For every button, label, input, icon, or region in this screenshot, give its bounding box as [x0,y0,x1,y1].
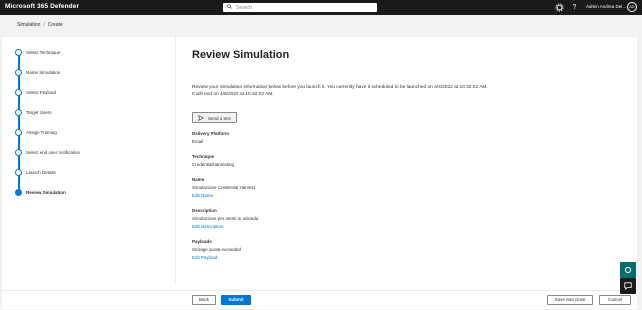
description-value: Simulazione per utenti in azienda [192,216,259,221]
wizard-footer: Back Submit Save and close Cancel [2,290,637,310]
user-name[interactable]: Admin Andrea Del... [586,4,626,9]
intro-line-1: Review your Simulation information below… [192,85,488,90]
technique-heading: Technique [192,154,215,159]
submit-button[interactable]: Submit [221,295,251,305]
assistant-button[interactable] [620,262,636,278]
name-heading: Name [192,177,205,182]
breadcrumb: Simulation / Create [17,22,63,28]
step-label: Target Users [26,110,52,115]
payloads-heading: Payloads [192,239,212,244]
step-label: Launch Details [26,170,56,175]
avatar[interactable]: AD [627,2,637,12]
chat-icon [624,282,632,290]
step-complete-icon [15,69,22,76]
intro-text: Review your Simulation information below… [192,84,622,98]
wizard-stepper: Select Technique Name Simulation Select … [2,37,176,283]
step-complete-icon [15,89,22,96]
assistant-icon [624,266,632,274]
app-title[interactable]: Microsoft 365 Defender [5,3,79,10]
delivery-platform-section: Delivery Platform Email [192,131,492,145]
search-placeholder: Search [236,4,252,11]
delivery-platform-value: Email [192,139,204,144]
step-current-icon [15,189,22,196]
search-icon [227,4,232,9]
cancel-button[interactable]: Cancel [599,295,631,305]
search-input[interactable]: Search [223,3,377,12]
step-label: Select end user notification [26,150,81,155]
top-bar: Microsoft 365 Defender Search ? Admin An… [0,0,642,15]
send-test-label: Send a test [208,115,231,121]
technique-section: Technique CredentialHarvesting [192,154,492,168]
name-value: Simulazione Credential Harvest [192,185,256,190]
gear-icon[interactable] [555,3,564,12]
breadcrumb-separator: / [43,22,45,28]
step-complete-icon [15,169,22,176]
feedback-button[interactable] [620,278,636,294]
technique-value: CredentialHarvesting [192,162,235,167]
step-complete-icon [15,49,22,56]
intro-line-2: It will end on 4/6/2022 at 10:32:02 AM. [192,92,274,97]
edit-description-link[interactable]: Edit Description [192,224,492,230]
edit-name-link[interactable]: Edit Name [192,193,492,199]
wizard-panel: Select Technique Name Simulation Select … [2,37,637,309]
step-label: Review Simulation [26,190,66,195]
send-icon [198,115,204,121]
step-complete-icon [15,129,22,136]
step-label: Name Simulation [26,70,61,75]
payloads-section: Payloads Storage quota exceeded Edit Pay… [192,239,492,261]
step-complete-icon [15,149,22,156]
step-label: Select Payload [26,90,57,95]
page-title: Review Simulation [192,49,290,61]
step-label: Select Technique [26,50,61,55]
step-complete-icon [15,109,22,116]
description-heading: Description [192,208,217,213]
breadcrumb-item-create: Create [47,22,63,28]
step-label: Assign Training [26,130,57,135]
description-section: Description Simulazione per utenti in az… [192,208,492,230]
payloads-value: Storage quota exceeded [192,247,242,252]
save-and-close-button[interactable]: Save and close [547,295,593,305]
name-section: Name Simulazione Credential Harvest Edit… [192,177,492,199]
back-button[interactable]: Back [192,295,216,305]
breadcrumb-item-simulation[interactable]: Simulation [17,22,40,28]
edit-payload-link[interactable]: Edit Payload [192,255,492,261]
send-test-button[interactable]: Send a test [192,112,237,123]
help-icon[interactable]: ? [570,3,579,12]
delivery-platform-heading: Delivery Platform [192,131,230,136]
